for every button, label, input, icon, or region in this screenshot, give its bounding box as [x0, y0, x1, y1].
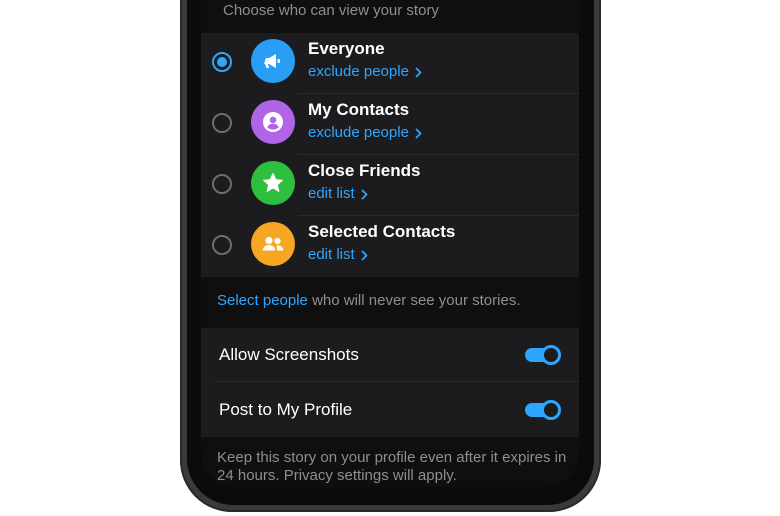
option-everyone[interactable]: Everyone exclude people: [201, 33, 579, 94]
allow-screenshots-row[interactable]: Allow Screenshots: [201, 328, 579, 382]
chevron-right-icon: [361, 189, 368, 199]
toggle-label: Post to My Profile: [219, 400, 353, 419]
radio-button-selected[interactable]: [212, 52, 232, 72]
select-people-note: Select people who will never see your st…: [217, 291, 521, 311]
chevron-right-icon: [361, 250, 368, 260]
exclude-people-link[interactable]: exclude people: [308, 62, 422, 82]
chevron-right-icon: [415, 128, 422, 138]
section-header: Choose who can view your story: [223, 2, 439, 19]
allow-screenshots-toggle[interactable]: [525, 345, 561, 365]
radio-button[interactable]: [212, 113, 232, 133]
toggle-knob: [541, 400, 561, 420]
exclude-people-link[interactable]: exclude people: [308, 123, 422, 143]
post-to-profile-row[interactable]: Post to My Profile: [201, 383, 579, 437]
option-my-contacts[interactable]: My Contacts exclude people: [201, 94, 579, 155]
select-people-note-text: who will never see your stories.: [307, 292, 521, 309]
option-link-label: edit list: [308, 185, 355, 202]
post-to-profile-toggle[interactable]: [525, 400, 561, 420]
option-link-label: exclude people: [308, 124, 409, 141]
select-people-link[interactable]: Select people: [217, 292, 308, 309]
radio-button[interactable]: [212, 235, 232, 255]
privacy-options-list: Everyone exclude people My Contacts excl…: [201, 33, 579, 277]
edit-list-link[interactable]: edit list: [308, 184, 368, 204]
chevron-right-icon: [415, 67, 422, 77]
group-icon: [251, 222, 295, 266]
option-link-label: exclude people: [308, 63, 409, 80]
option-link-label: edit list: [308, 246, 355, 263]
option-title: My Contacts: [308, 100, 410, 119]
page: Choose who can view your story Everyone …: [0, 0, 780, 516]
story-settings-list: Allow Screenshots Post to My Profile: [201, 328, 579, 437]
person-icon: [251, 100, 295, 144]
option-close-friends[interactable]: Close Friends edit list: [201, 155, 579, 216]
option-title: Everyone: [308, 39, 385, 58]
footer-note: Keep this story on your profile even aft…: [217, 449, 567, 484]
radio-button[interactable]: [212, 174, 232, 194]
option-title: Close Friends: [308, 161, 421, 180]
story-privacy-screen: Choose who can view your story Everyone …: [201, 0, 579, 487]
toggle-knob: [541, 345, 561, 365]
star-icon: [251, 161, 295, 205]
megaphone-icon: [251, 39, 295, 83]
option-title: Selected Contacts: [308, 222, 456, 241]
divider: [215, 381, 579, 382]
option-selected-contacts[interactable]: Selected Contacts edit list: [201, 216, 579, 277]
toggle-label: Allow Screenshots: [219, 345, 359, 364]
edit-list-link[interactable]: edit list: [308, 245, 368, 265]
